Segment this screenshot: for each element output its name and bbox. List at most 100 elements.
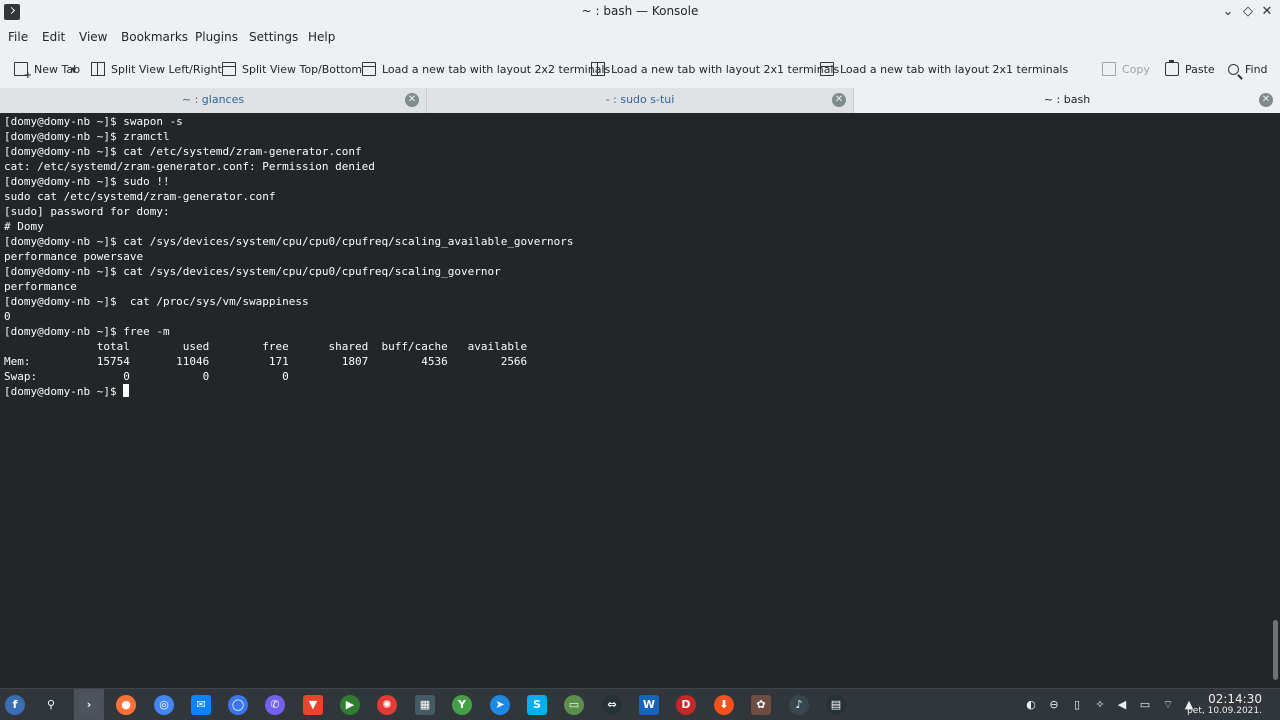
layout-2x1-label-b: Load a new tab with layout 2x1 terminals [840,62,1069,76]
menu-edit[interactable]: Edit [42,30,65,44]
terminal-view[interactable]: [domy@domy-nb ~]$ swapon -s [domy@domy-n… [0,113,1280,688]
y-app-icon[interactable]: Y [452,695,472,715]
terminal-prompt-line: [domy@domy-nb ~]$ [4,384,130,399]
terminal-line: [sudo] password for domy: [4,205,170,218]
copy-icon [1102,62,1116,76]
split-horizontal-icon [222,62,236,76]
no-entry-icon[interactable]: ⊖ [1047,698,1061,712]
tab-label: ~ : glances [181,93,245,106]
split-top-bottom-label: Split View Top/Bottom [242,62,363,76]
menu-settings[interactable]: Settings [249,30,298,44]
layout-2x2-button[interactable]: Load a new tab with layout 2x2 terminals [362,60,610,78]
tab-label: ~ : bash [1043,93,1091,106]
split-left-right-label: Split View Left/Right [111,62,222,76]
search-icon [1228,63,1239,75]
terminal-cursor [123,384,130,397]
update-icon[interactable]: ◐ [1024,698,1038,712]
toolbar: New Tab ▼ Split View Left/Right Split Vi… [0,50,1280,88]
tab-label: - : sudo s-tui [605,93,675,106]
split-vertical-icon [91,62,105,76]
skype-icon[interactable]: S [527,695,547,715]
terminal-line: cat: /etc/systemd/zram-generator.conf: P… [4,160,375,173]
remote-desktop-icon[interactable]: ▭ [564,695,584,715]
konsole-icon[interactable]: › [79,695,99,715]
terminal-line: [domy@domy-nb ~]$ cat /sys/devices/syste… [4,265,501,278]
wifi-icon[interactable]: ⌔ [1161,698,1175,712]
taskbar: f ⚲ › ● ◎ ✉ ◯ ✆ ▼ ▶ ✺ ▦ Y ➤ S ▭ ⇔ W D ⬇ ✿ ♪ ▤ ◐ ⊖ ▯ ✧ ◀ ▭ ⌔ ▲ 02:14:3… [0,688,1280,720]
chrome-icon[interactable]: ◎ [154,695,174,715]
search-icon[interactable]: ⚲ [41,695,61,715]
tab-bash[interactable]: ~ : bash ✕ [854,88,1280,113]
layout-icon [591,62,605,76]
close-icon[interactable]: ✕ [1259,4,1275,20]
terminal-line: performance [4,280,77,293]
paste-label: Paste [1185,62,1215,76]
mascot-icon[interactable]: ✺ [377,695,397,715]
doublecmd-icon[interactable]: D [676,695,696,715]
terminal-line: [domy@domy-nb ~]$ cat /sys/devices/syste… [4,235,574,248]
viber-icon[interactable]: ✆ [265,695,285,715]
terminal-line: [domy@domy-nb ~]$ cat /etc/systemd/zram-… [4,145,362,158]
terminal-line: [domy@domy-nb ~]$ free -m [4,325,170,338]
terminal-line: [domy@domy-nb ~]$ sudo !! [4,175,170,188]
terminal-scrollbar[interactable] [1270,113,1280,688]
title-bar: ~ : bash — Konsole ⌄ ◇ ✕ [0,0,1280,25]
chevron-down-icon[interactable]: ⌄ [1220,4,1236,20]
clipboard-app-icon[interactable]: ✿ [751,695,771,715]
layout-icon [362,62,376,76]
find-button[interactable]: Find [1228,60,1268,78]
menu-bookmarks[interactable]: Bookmarks [121,30,188,44]
terminal-line: total used free shared buff/cache availa… [4,340,528,353]
menu-view[interactable]: View [79,30,107,44]
fedora-launcher-icon[interactable]: f [5,695,25,715]
new-tab-dropdown-icon[interactable]: ▼ [71,66,76,74]
clipboard-icon[interactable]: ▯ [1070,698,1084,712]
downloads-icon[interactable]: ⬇ [714,695,734,715]
prompt: [domy@domy-nb ~]$ [4,385,124,398]
menu-plugins[interactable]: Plugins [195,30,238,44]
split-top-bottom-button[interactable]: Split View Top/Bottom [222,60,362,78]
writer-icon[interactable]: W [639,695,659,715]
tab-bar: ~ : glances ✕ - : sudo s-tui ✕ ~ : bash … [0,88,1280,113]
menu-file[interactable]: File [8,30,28,44]
clapper-icon[interactable]: ▤ [826,695,846,715]
downloader-icon[interactable]: ▼ [303,695,323,715]
terminal-line: Mem: 15754 11046 171 1807 4536 2566 [4,355,528,368]
terminal-line: # Domy [4,220,44,233]
terminal-line: performance powersave [4,250,144,263]
layout-2x1-label-a: Load a new tab with layout 2x1 terminals [611,62,840,76]
volume-mixer-icon[interactable]: ♪ [789,695,809,715]
new-tab-icon [14,62,32,81]
close-tab-icon[interactable]: ✕ [832,93,846,107]
terminal-line: [domy@domy-nb ~]$ cat /proc/sys/vm/swapp… [4,295,309,308]
thunderbird-icon[interactable]: ✉ [191,695,211,715]
volume-icon[interactable]: ◀ [1115,698,1129,712]
find-label: Find [1245,62,1268,76]
sync-icon[interactable]: ⇔ [602,695,622,715]
bulb-icon[interactable]: ✧ [1093,698,1107,712]
terminal-line: [domy@domy-nb ~]$ zramctl [4,130,170,143]
paste-icon [1165,60,1179,76]
layout-icon [820,62,834,76]
layout-2x1-button-a[interactable]: Load a new tab with layout 2x1 terminals [591,60,839,78]
menu-help[interactable]: Help [308,30,335,44]
signal-icon[interactable]: ◯ [228,695,248,715]
calculator-icon[interactable]: ▦ [415,695,435,715]
close-tab-icon[interactable]: ✕ [405,93,419,107]
paste-button[interactable]: Paste [1165,60,1215,78]
player-icon[interactable]: ▶ [340,695,360,715]
copy-button[interactable]: Copy [1102,60,1150,78]
clock-time[interactable]: 02:14:30 [1182,692,1262,706]
split-left-right-button[interactable]: Split View Left/Right [91,60,222,78]
layout-2x1-button-b[interactable]: Load a new tab with layout 2x1 terminals [820,60,1068,78]
firefox-icon[interactable]: ● [116,695,136,715]
clock-date[interactable]: pet, 10.09.2021. [1182,706,1262,716]
diamond-icon[interactable]: ◇ [1240,4,1256,20]
terminal-line: 0 [4,310,11,323]
tab-sudo-s-tui[interactable]: - : sudo s-tui ✕ [427,88,854,113]
scrollbar-thumb[interactable] [1273,620,1278,680]
battery-icon[interactable]: ▭ [1138,698,1152,712]
browser-icon[interactable]: ➤ [490,695,510,715]
close-tab-icon[interactable]: ✕ [1259,93,1273,107]
tab-glances[interactable]: ~ : glances ✕ [0,88,427,113]
